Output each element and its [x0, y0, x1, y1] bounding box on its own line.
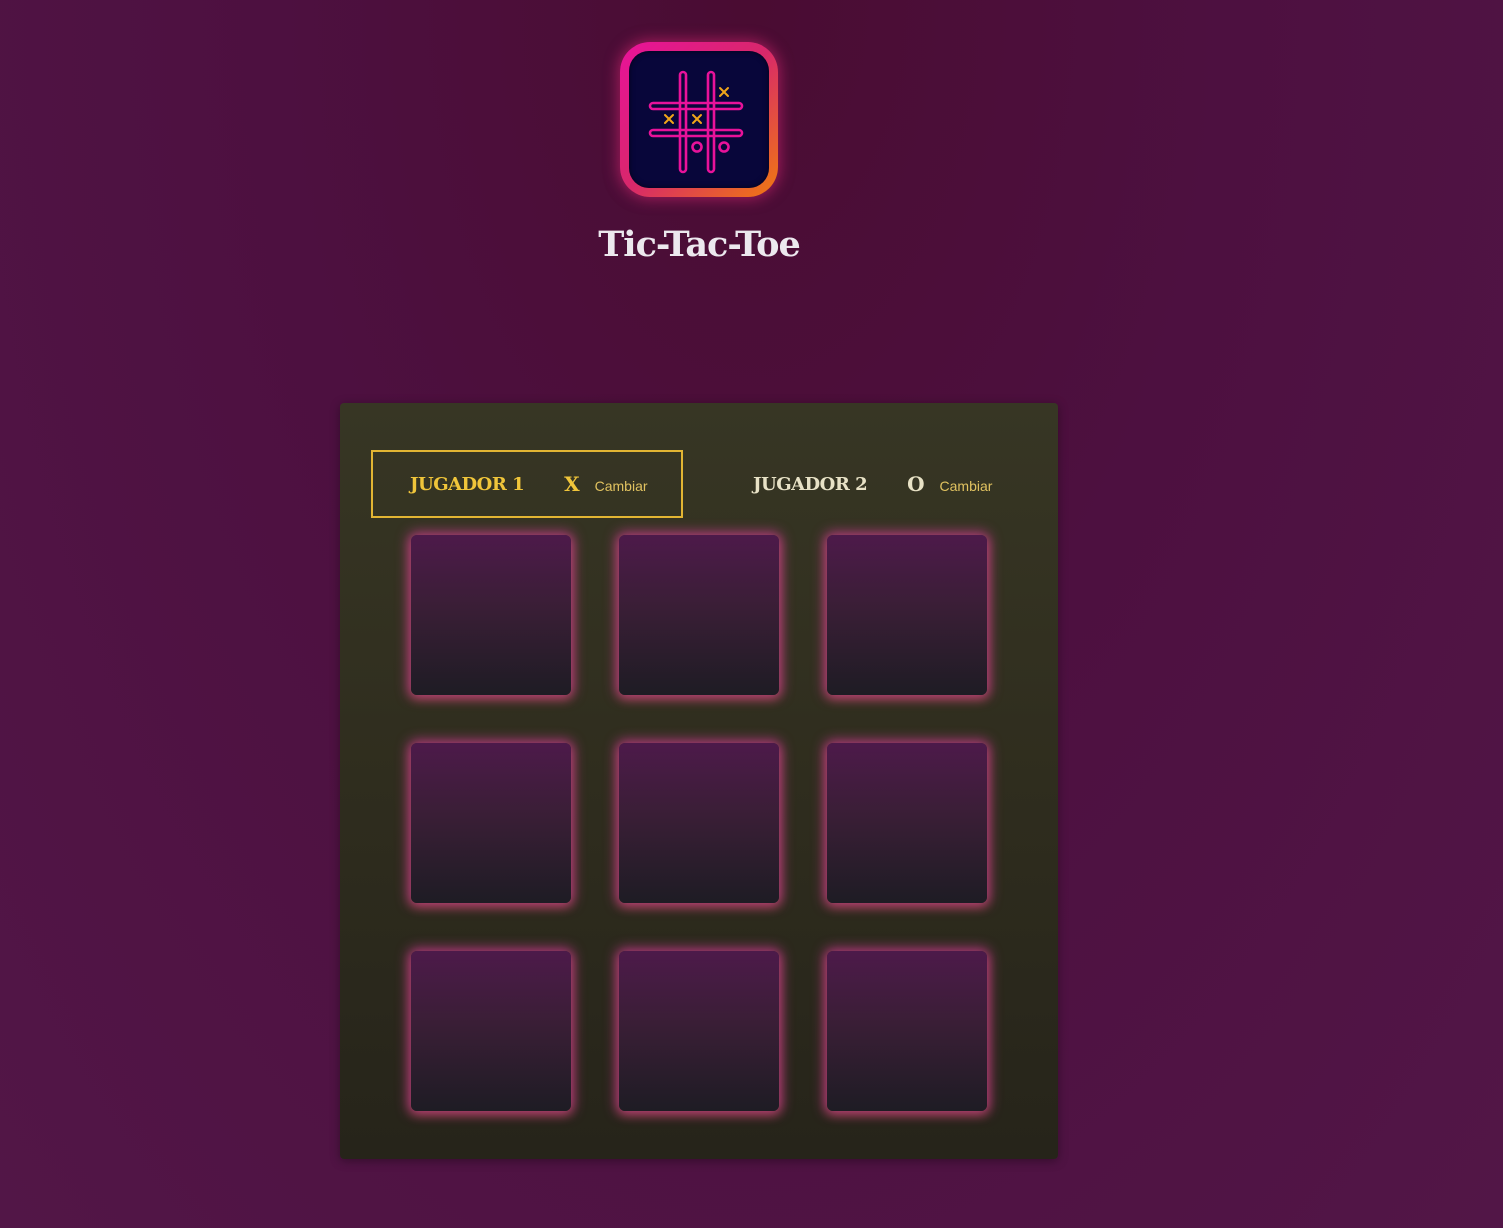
player-2-panel: JUGADOR 2 O Cambiar: [751, 450, 1051, 518]
board-cell-8[interactable]: [619, 951, 779, 1111]
game-board: JUGADOR 1 X Cambiar JUGADOR 2 O Cambiar: [340, 403, 1058, 1159]
board-cell-6[interactable]: [827, 743, 987, 903]
board-cell-7[interactable]: [411, 951, 571, 1111]
player-1-change-button[interactable]: Cambiar: [595, 478, 648, 494]
board-cell-3[interactable]: [827, 535, 987, 695]
board-cell-4[interactable]: [411, 743, 571, 903]
tic-tac-toe-grid-icon: [629, 51, 769, 188]
board-cell-1[interactable]: [411, 535, 571, 695]
board-cell-9[interactable]: [827, 951, 987, 1111]
page-title: Tic-Tac-Toe: [598, 224, 800, 265]
player-1-panel: JUGADOR 1 X Cambiar: [371, 450, 683, 518]
player-1-name: JUGADOR 1: [410, 473, 525, 495]
player-2-name: JUGADOR 2: [753, 473, 868, 495]
player-2-mark: O: [907, 472, 925, 496]
board-cell-2[interactable]: [619, 535, 779, 695]
app-logo: [620, 42, 778, 197]
board-cell-5[interactable]: [619, 743, 779, 903]
player-2-change-button[interactable]: Cambiar: [940, 478, 993, 494]
player-1-mark: X: [564, 472, 580, 496]
